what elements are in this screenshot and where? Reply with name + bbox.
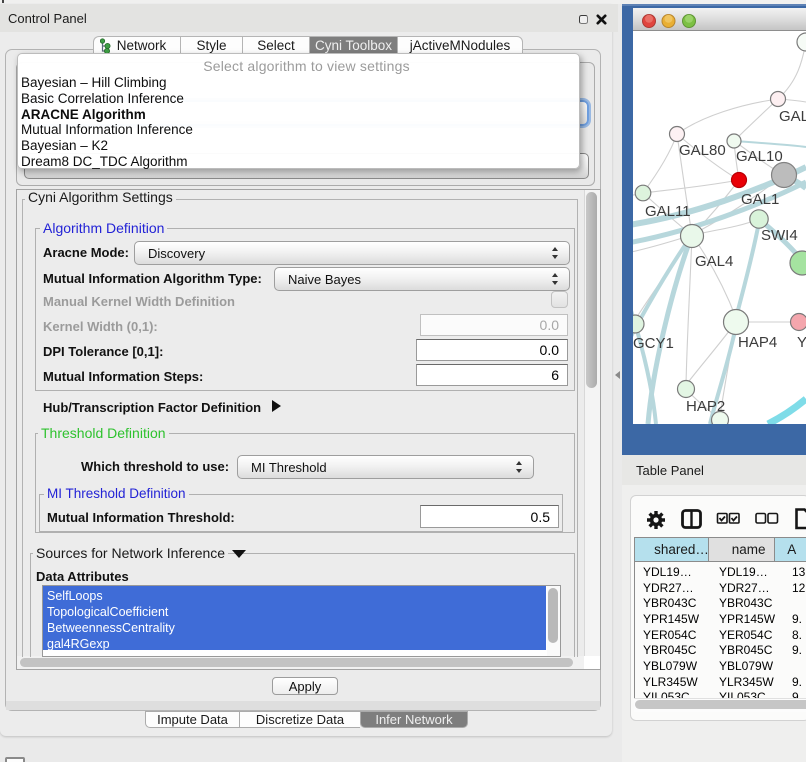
svg-text:Y: Y: [797, 334, 806, 351]
svg-text:GAL11: GAL11: [645, 203, 691, 220]
svg-text:HAP4: HAP4: [738, 334, 777, 351]
svg-text:GAL4: GAL4: [695, 253, 733, 270]
svg-text:GCY1: GCY1: [633, 335, 674, 352]
svg-text:GAL1: GAL1: [741, 191, 779, 208]
svg-text:GAL10: GAL10: [736, 148, 783, 165]
svg-text:GAL7: GAL7: [779, 108, 806, 125]
svg-text:HAP2: HAP2: [686, 398, 725, 415]
svg-text:SWI4: SWI4: [761, 227, 798, 244]
svg-text:GAL80: GAL80: [679, 142, 726, 159]
